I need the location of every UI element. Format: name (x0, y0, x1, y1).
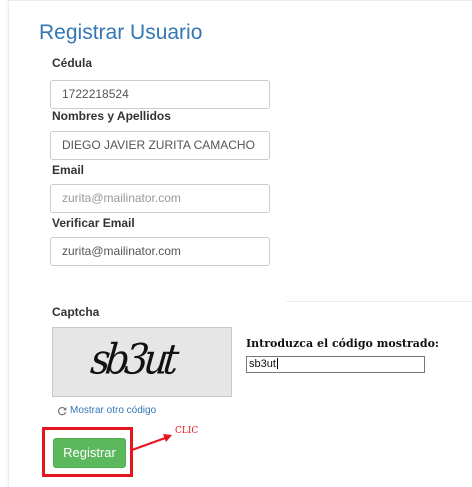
email-input[interactable]: zurita@mailinator.com (50, 184, 270, 213)
arrow-icon (131, 434, 172, 451)
refresh-captcha-label: Mostrar otro código (70, 405, 157, 416)
refresh-icon (57, 406, 67, 415)
verificar-email-input[interactable]: zurita@mailinator.com (50, 237, 270, 266)
cedula-input[interactable]: 1722218524 (50, 80, 270, 109)
refresh-captcha-link[interactable]: Mostrar otro código (57, 405, 156, 416)
page-title: Registrar Usuario (39, 21, 203, 44)
captcha-hint: Introduzca el código mostrado: (246, 337, 439, 350)
email-label: Email (52, 163, 85, 177)
captcha-input-value: sb3ut (249, 358, 276, 370)
verificar-email-label: Verificar Email (52, 216, 135, 230)
text-caret (276, 358, 278, 369)
nombres-input[interactable]: DIEGO JAVIER ZURITA CAMACHO (50, 131, 270, 160)
registrar-button[interactable]: Registrar (53, 438, 126, 468)
captcha-input[interactable]: sb3ut (246, 356, 425, 373)
cedula-label: Cédula (52, 56, 93, 70)
clic-annotation: CLIC (175, 426, 199, 436)
captcha-image-text: sb3ut (88, 334, 177, 384)
divider (286, 301, 472, 302)
captcha-label: Captcha (52, 305, 100, 319)
captcha-image: sb3ut (52, 327, 232, 397)
nombres-label: Nombres y Apellidos (52, 109, 171, 123)
